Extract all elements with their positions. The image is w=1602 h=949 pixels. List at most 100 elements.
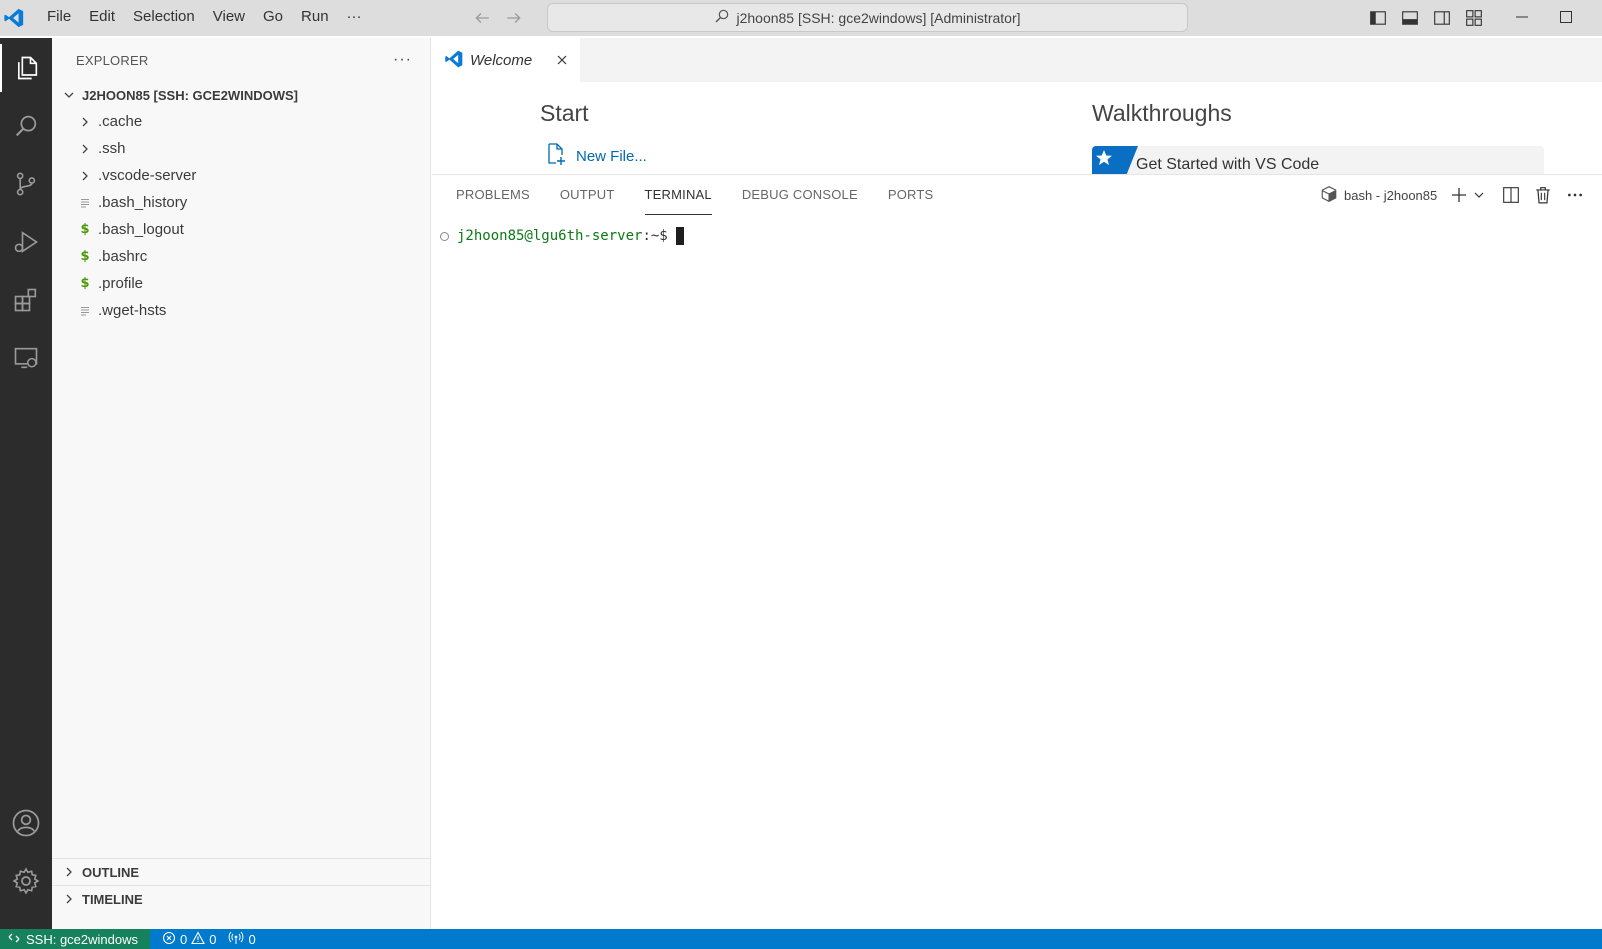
tree-item-label: .bash_history [98,194,188,211]
walkthrough-card[interactable]: Get Started with VS Code [1092,146,1544,174]
vscode-logo-icon [444,49,464,72]
run-and-debug-icon[interactable] [0,218,52,266]
terminal-prompt-user: j2hoon85@lgu6th-server [457,228,643,244]
chevron-right-icon [76,140,94,158]
menu-edit[interactable]: Edit [80,0,124,36]
welcome-editor: Start New File... Walkthroughs Get Start… [432,82,1602,174]
menu-file[interactable]: File [38,0,80,36]
new-file-icon [544,142,568,170]
tree-item-label: .profile [98,275,144,292]
tab-terminal[interactable]: TERMINAL [644,175,712,215]
minimize-icon[interactable] [1515,10,1529,27]
back-arrow-icon[interactable] [472,8,492,28]
toggle-secondary-sidebar-icon[interactable] [1432,8,1452,28]
remote-explorer-icon[interactable] [0,334,52,382]
menu-selection[interactable]: Selection [124,0,204,36]
customize-layout-icon[interactable] [1464,8,1484,28]
terminal-prompt-line[interactable]: j2hoon85@lgu6th-server :~$ [440,227,684,245]
trash-icon[interactable] [1533,185,1553,205]
maximize-icon[interactable] [1559,10,1573,27]
new-file-label: New File... [576,147,647,165]
tab-problems[interactable]: PROBLEMS [456,175,530,215]
shell-file-icon: $ [80,249,90,264]
terminal-name-label: bash - j2hoon85 [1344,187,1438,203]
command-center-search[interactable]: j2hoon85 [SSH: gce2windows] [Administrat… [547,3,1188,32]
extensions-icon[interactable] [0,276,52,324]
command-decoration-icon [440,231,449,241]
error-count: 0 [180,931,188,947]
walkthrough-card-title: Get Started with VS Code [1136,156,1320,173]
tree-item-bash-history[interactable]: .bash_history [52,189,430,216]
toggle-primary-sidebar-icon[interactable] [1368,8,1388,28]
remote-indicator[interactable]: SSH: gce2windows [0,929,150,949]
tab-debug-console[interactable]: DEBUG CONSOLE [742,175,858,215]
terminal-prompt-suffix: :~$ [642,228,668,244]
status-bar: SSH: gce2windows 0 0 0 [0,929,1602,949]
split-terminal-icon[interactable] [1501,185,1521,205]
account-icon[interactable] [0,799,52,847]
tree-item-cache[interactable]: .cache [52,108,430,135]
terminal-cursor [675,227,684,245]
outline-label: OUTLINE [82,864,140,880]
chevron-right-icon [60,890,78,908]
walkthroughs-heading: Walkthroughs [1092,100,1232,126]
chevron-down-icon[interactable] [1469,185,1489,205]
toggle-panel-icon[interactable] [1400,8,1420,28]
explorer-files-icon[interactable] [0,44,52,92]
new-file-link[interactable]: New File... [544,142,647,170]
warning-count: 0 [209,931,217,947]
new-terminal-plus-icon[interactable] [1449,185,1469,205]
close-icon[interactable] [554,52,570,68]
menu-bar: File Edit Selection View Go Run ··· [38,0,371,36]
source-control-icon[interactable] [0,160,52,208]
tree-item-bash-logout[interactable]: $ .bash_logout [52,216,430,243]
warning-icon [191,930,206,948]
shell-file-icon: $ [80,222,90,237]
outline-section[interactable]: OUTLINE [52,858,431,885]
menu-more[interactable]: ··· [338,0,371,36]
ports-status[interactable]: 0 [228,931,256,948]
tree-item-label: .wget-hsts [98,302,167,319]
tree-item-wget-hsts[interactable]: .wget-hsts [52,297,430,324]
timeline-label: TIMELINE [82,891,143,907]
explorer-header: EXPLORER ··· [52,38,430,82]
chevron-right-icon [60,863,78,881]
text-file-icon [76,302,94,320]
panel-tab-bar: PROBLEMS OUTPUT TERMINAL DEBUG CONSOLE P… [456,175,933,215]
search-icon[interactable] [0,102,52,150]
tab-label: Welcome [470,51,533,69]
broadcast-icon [228,931,244,948]
tree-item-label: .vscode-server [98,167,197,184]
remote-icon [8,932,20,947]
chevron-right-icon [76,113,94,131]
menu-run[interactable]: Run [292,0,338,36]
tree-item-vscode-server[interactable]: .vscode-server [52,162,430,189]
chevron-down-icon [60,86,78,104]
forward-arrow-icon[interactable] [504,8,524,28]
tree-item-profile[interactable]: $ .profile [52,270,430,297]
problems-status[interactable]: 0 0 [162,930,217,948]
menu-go[interactable]: Go [254,0,292,36]
search-icon [714,8,730,27]
tree-item-ssh[interactable]: .ssh [52,135,430,162]
command-center-label: j2hoon85 [SSH: gce2windows] [Administrat… [736,9,1021,26]
tab-welcome[interactable]: Welcome [432,38,580,82]
explorer-more-actions-button[interactable]: ··· [393,51,412,69]
workspace-root-folder[interactable]: J2HOON85 [SSH: GCE2WINDOWS] [52,82,430,108]
tree-item-label: .cache [98,113,143,130]
terminal-selector[interactable]: bash - j2hoon85 [1320,185,1437,206]
more-actions-icon[interactable] [1565,185,1585,205]
tab-output[interactable]: OUTPUT [560,175,615,215]
error-icon [162,931,176,948]
editor-tab-bar: Welcome [432,38,1602,82]
tree-item-bashrc[interactable]: $ .bashrc [52,243,430,270]
menu-view[interactable]: View [204,0,254,36]
bottom-panel: PROBLEMS OUTPUT TERMINAL DEBUG CONSOLE P… [432,174,1602,929]
tree-item-label: .ssh [98,140,126,157]
title-bar: File Edit Selection View Go Run ··· j2ho… [0,0,1602,36]
tab-ports[interactable]: PORTS [888,175,934,215]
settings-gear-icon[interactable] [0,857,52,905]
workspace-root-label: J2HOON85 [SSH: GCE2WINDOWS] [82,87,298,103]
text-file-icon [76,194,94,212]
timeline-section[interactable]: TIMELINE [52,885,431,912]
